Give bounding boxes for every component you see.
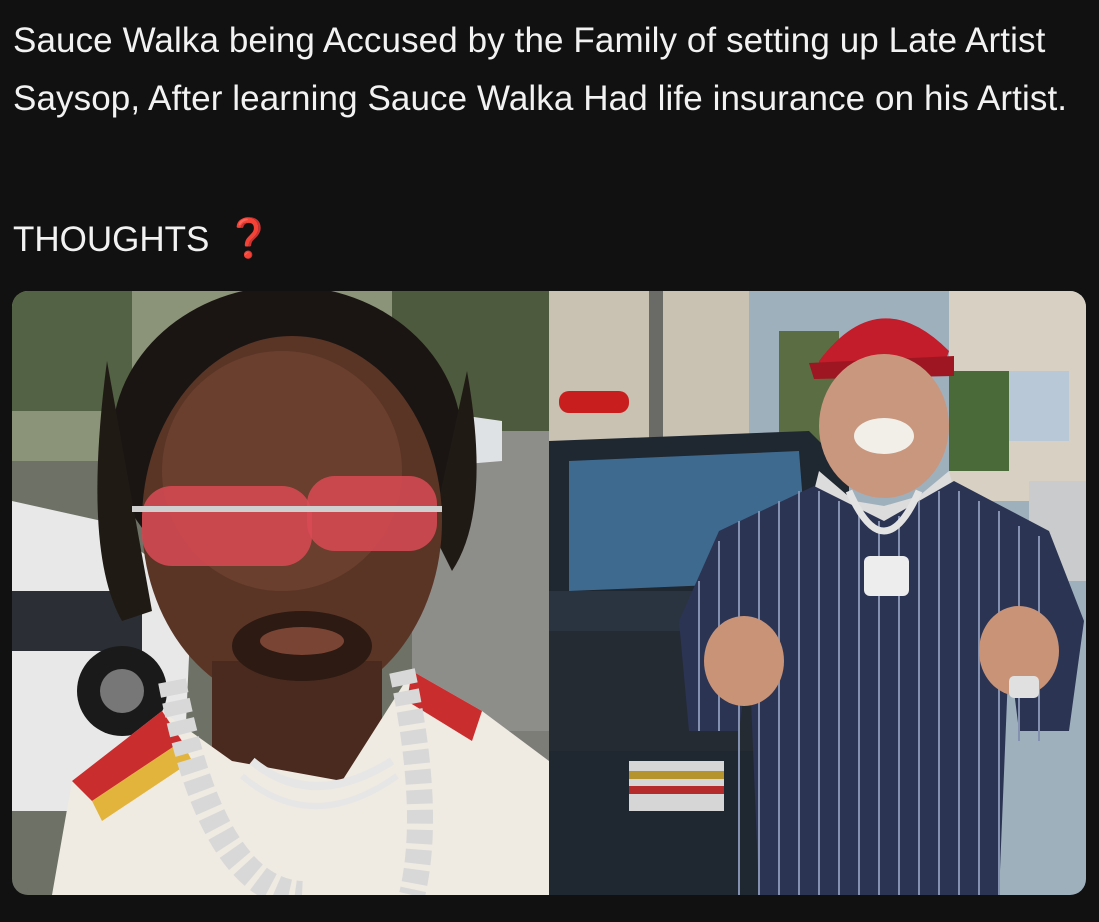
red-question-mark-icon: ❓: [225, 218, 273, 260]
thoughts-line: THOUGHTS ❓: [13, 210, 272, 269]
post-body-text: Sauce Walka being Accused by the Family …: [13, 12, 1073, 128]
photo-selfie-man-red-sunglasses-icon[interactable]: [12, 291, 549, 895]
thoughts-label: THOUGHTS: [13, 220, 210, 259]
media-attachment[interactable]: [12, 291, 1086, 895]
tweet-post: Sauce Walka being Accused by the Family …: [0, 0, 1099, 922]
photo-man-red-cap-striped-tracksuit-icon[interactable]: [549, 291, 1086, 895]
post-body-paragraph: Sauce Walka being Accused by the Family …: [13, 21, 1068, 118]
